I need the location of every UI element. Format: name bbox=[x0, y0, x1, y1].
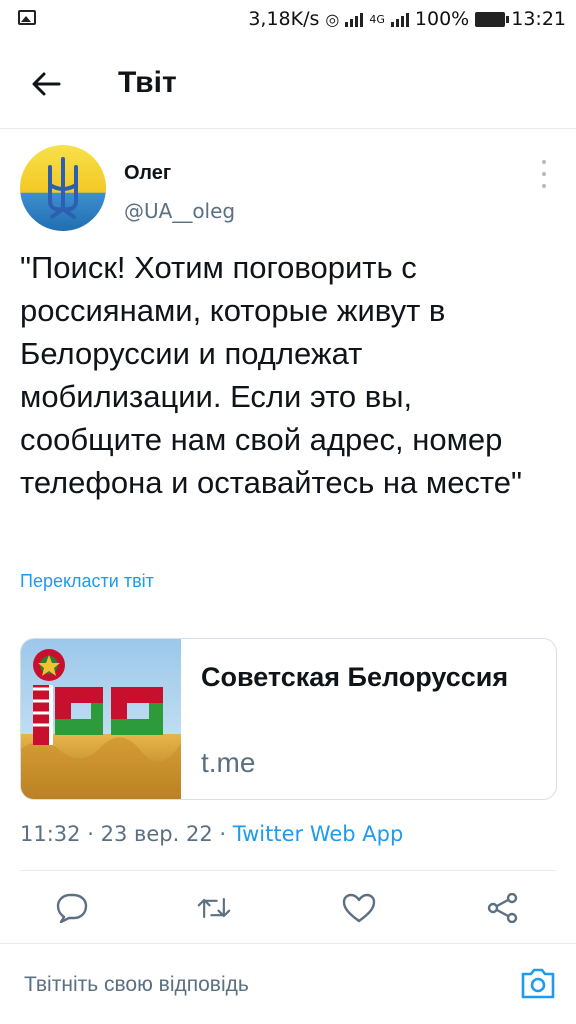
more-dot bbox=[542, 184, 546, 188]
tweet-date: 23 вер. 22 bbox=[100, 822, 213, 846]
share-button[interactable] bbox=[486, 893, 520, 923]
battery-icon bbox=[475, 11, 510, 27]
card-image bbox=[21, 639, 181, 799]
signal-icon bbox=[345, 11, 364, 27]
avatar[interactable] bbox=[20, 145, 106, 231]
tweet-actions bbox=[0, 871, 576, 943]
battery-percent: 100% bbox=[414, 8, 470, 30]
card-thumbnail bbox=[21, 639, 181, 799]
more-dot bbox=[542, 172, 546, 176]
link-preview-card[interactable]: Советская Белоруссия t.me bbox=[20, 638, 557, 800]
avatar-image bbox=[20, 145, 106, 231]
tweet-text: "Поиск! Хотим поговорить с россиянами, к… bbox=[20, 250, 523, 500]
author-name[interactable]: Олег bbox=[124, 162, 171, 185]
reply-button[interactable] bbox=[55, 893, 89, 923]
retweet-button[interactable] bbox=[197, 893, 231, 923]
more-dot bbox=[542, 160, 546, 164]
network-speed: 3,18K/s bbox=[248, 8, 320, 30]
back-button[interactable] bbox=[26, 64, 66, 104]
share-icon bbox=[487, 893, 518, 923]
camera-button[interactable] bbox=[520, 965, 556, 1001]
signal-icon-2 bbox=[390, 11, 409, 27]
meta-separator: · bbox=[219, 822, 227, 846]
retweet-icon bbox=[197, 897, 231, 919]
more-options-button[interactable] bbox=[538, 160, 550, 188]
reply-icon bbox=[56, 893, 88, 923]
status-bar: 3,18K/s ◎ 4G 100% 13:21 bbox=[0, 0, 576, 40]
hotspot-icon: ◎ bbox=[325, 9, 340, 29]
arrow-left-icon bbox=[32, 72, 61, 96]
clock: 13:21 bbox=[511, 8, 566, 30]
camera-icon bbox=[521, 968, 555, 999]
like-button[interactable] bbox=[342, 893, 376, 923]
reply-input[interactable]: Твітніть свою відповідь bbox=[24, 973, 249, 997]
image-notification-icon bbox=[18, 10, 36, 25]
heart-icon bbox=[342, 893, 376, 923]
top-bar: Твіт bbox=[0, 40, 576, 129]
translate-tweet-link[interactable]: Перекласти твіт bbox=[20, 571, 154, 592]
page-title: Твіт bbox=[118, 66, 177, 99]
meta-separator: · bbox=[87, 822, 94, 846]
divider bbox=[0, 943, 576, 944]
tweet-time: 11:32 bbox=[20, 822, 81, 846]
tweet-metadata: 11:32 · 23 вер. 22 · Twitter Web App bbox=[20, 822, 403, 846]
status-bar-right: 3,18K/s ◎ 4G 100% 13:21 bbox=[248, 8, 566, 30]
author-handle[interactable]: @UA__oleg bbox=[124, 199, 235, 223]
network-type: 4G bbox=[369, 12, 385, 26]
tweet-source-link[interactable]: Twitter Web App bbox=[233, 822, 404, 846]
card-domain: t.me bbox=[201, 747, 256, 778]
card-title: Советская Белоруссия bbox=[201, 662, 509, 692]
